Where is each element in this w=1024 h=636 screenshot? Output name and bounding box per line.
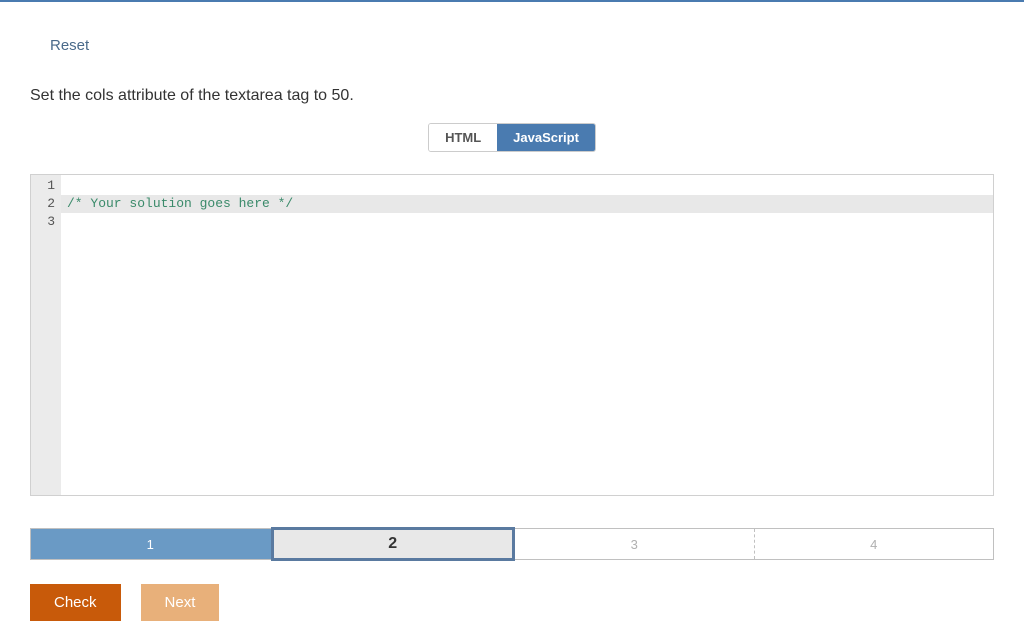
- step-4[interactable]: 4: [755, 529, 994, 559]
- line-number: 2: [33, 195, 55, 213]
- code-comment: /* Your solution goes here */: [67, 196, 293, 211]
- code-line: [67, 177, 987, 195]
- step-3[interactable]: 3: [515, 529, 755, 559]
- action-buttons: Check Next: [30, 584, 994, 621]
- question-stepper: 1 2 3 4: [30, 528, 994, 560]
- line-number: 1: [33, 177, 55, 195]
- code-line: [67, 213, 987, 231]
- line-number: 3: [33, 213, 55, 231]
- code-editor[interactable]: 1 2 3 /* Your solution goes here */: [30, 174, 994, 496]
- code-line: /* Your solution goes here */: [61, 195, 993, 213]
- reset-link[interactable]: Reset: [50, 37, 89, 54]
- editor-gutter: 1 2 3: [31, 175, 61, 495]
- instruction-text: Set the cols attribute of the textarea t…: [30, 87, 994, 105]
- tab-javascript[interactable]: JavaScript: [497, 124, 595, 151]
- code-area[interactable]: /* Your solution goes here */: [61, 175, 993, 495]
- check-button[interactable]: Check: [30, 584, 121, 621]
- step-1[interactable]: 1: [31, 529, 271, 559]
- tabs: HTML JavaScript: [428, 123, 596, 152]
- step-2[interactable]: 2: [271, 527, 516, 561]
- tabs-container: HTML JavaScript: [30, 123, 994, 152]
- tab-html[interactable]: HTML: [429, 124, 497, 151]
- next-button[interactable]: Next: [141, 584, 220, 621]
